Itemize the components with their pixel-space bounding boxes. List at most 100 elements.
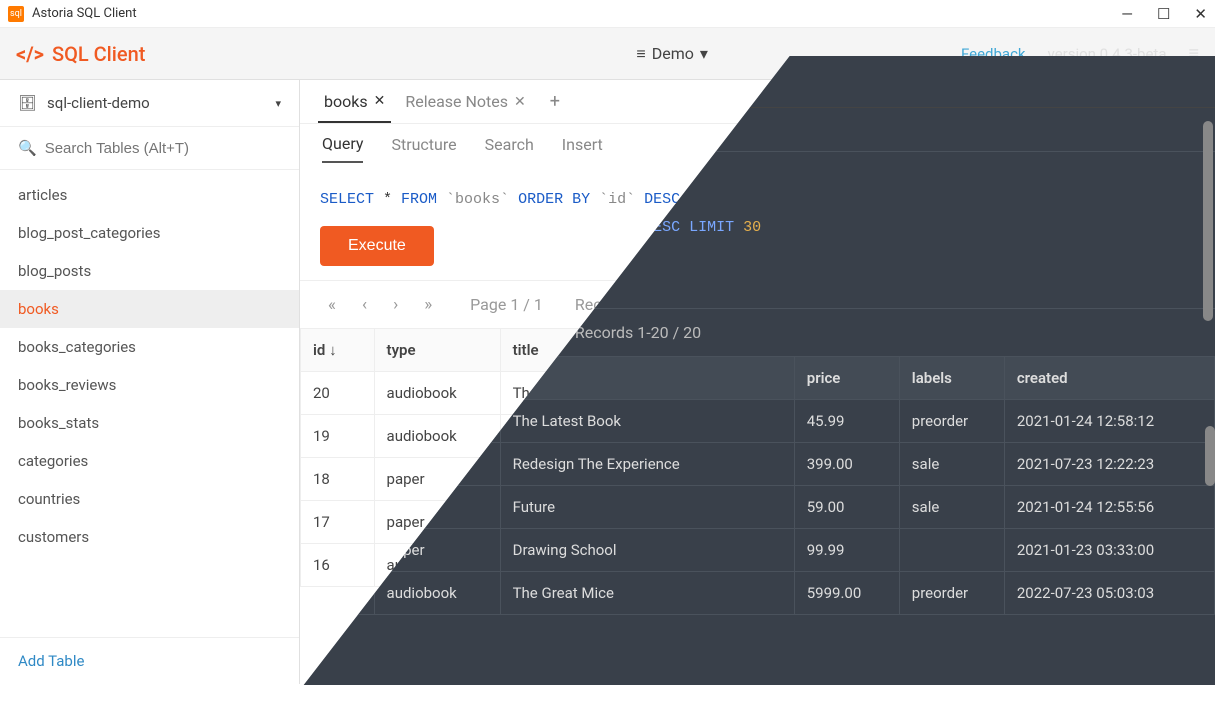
page-indicator: Page 1 / 1 <box>470 295 543 314</box>
col-header-type[interactable]: type <box>374 329 500 372</box>
minimize-button[interactable]: — <box>1121 5 1133 23</box>
sidebar-table-books[interactable]: books <box>0 290 299 328</box>
sidebar-table-categories[interactable]: categories <box>0 442 299 480</box>
cell-price: 99.99 <box>794 501 899 544</box>
pager: « ‹ › » Page 1 / 1 Records 1-20 / 20 <box>300 280 1215 328</box>
cell-title: The Great Mice <box>500 544 794 587</box>
sidebar-table-blog_post_categories[interactable]: blog_post_categories <box>0 214 299 252</box>
caret-down-icon: ▾ <box>275 97 281 110</box>
header-bar: </> SQL Client ≡ Demo ▾ Feedback version… <box>0 28 1215 80</box>
sidebar-table-books_stats[interactable]: books_stats <box>0 404 299 442</box>
results-table-wrap: id ↓typetitlepricelabelscreated20audiobo… <box>300 328 1215 684</box>
tab-books[interactable]: books ✕ <box>318 82 391 123</box>
tab-label: Release Notes <box>405 92 508 111</box>
main-panel: books ✕ Release Notes ✕ + Query Structure Sear… <box>300 80 1215 684</box>
sidebar-table-customers[interactable]: customers <box>0 518 299 556</box>
cell-title: Future <box>500 458 794 501</box>
sidebar-scrollbar[interactable] <box>1203 121 1213 321</box>
table-row[interactable]: 18paperFuture59.00sale2021-01-24 12:55:5… <box>301 458 1215 501</box>
cell-id: 20 <box>301 372 375 415</box>
cell-type: audiobook <box>374 415 500 458</box>
col-header-price[interactable]: price <box>794 329 899 372</box>
subtab-structure[interactable]: Structure <box>391 127 456 162</box>
col-header-labels[interactable]: labels <box>899 329 1004 372</box>
table-row[interactable]: 16audiobookThe Great Mice5999.00preorder… <box>301 544 1215 587</box>
cell-type: audiobook <box>374 372 500 415</box>
col-header-id[interactable]: id ↓ <box>301 329 375 372</box>
prev-page-button[interactable]: ‹ <box>356 295 373 315</box>
sidebar-table-blog_posts[interactable]: blog_posts <box>0 252 299 290</box>
close-tab-icon[interactable]: ✕ <box>374 93 386 109</box>
tab-label: books <box>324 92 368 111</box>
cell-type: paper <box>374 458 500 501</box>
next-page-button[interactable]: › <box>387 295 404 315</box>
database-selector-label: Demo <box>652 44 694 63</box>
cell-title: Drawing School <box>500 501 794 544</box>
logo-icon: </> <box>16 42 44 66</box>
cell-title: Redesign The Experience <box>500 415 794 458</box>
table-row[interactable]: 19audiobookRedesign The Experience399.00… <box>301 415 1215 458</box>
cell-id: 17 <box>301 501 375 544</box>
sidebar-database-selector[interactable]: 🗄 sql-client-demo ▾ <box>0 80 299 127</box>
sidebar: 🗄 sql-client-demo ▾ 🔍 articlesblog_post_… <box>0 80 300 684</box>
col-header-created[interactable]: created <box>1004 329 1214 372</box>
kw: SELECT <box>320 191 374 208</box>
table-row[interactable]: 17paperDrawing School99.99 2021-01-23 03:… <box>301 501 1215 544</box>
cell-labels: sale <box>899 458 1004 501</box>
window-title: Astoria SQL Client <box>32 6 137 21</box>
cell-price: 59.00 <box>794 458 899 501</box>
subtab-bar: Query Structure Search Insert <box>300 124 1215 164</box>
search-icon: 🔍 <box>18 139 37 157</box>
add-table-button[interactable]: Add Table <box>0 637 299 684</box>
close-tab-icon[interactable]: ✕ <box>514 94 526 110</box>
records-indicator: Records 1-20 / 20 <box>575 295 701 314</box>
cell-title: The Latest Book <box>500 372 794 415</box>
sidebar-table-books_categories[interactable]: books_categories <box>0 328 299 366</box>
subtab-search[interactable]: Search <box>485 127 534 162</box>
cell-created: 2021-01-24 12:58:12 <box>1004 372 1214 415</box>
cell-created: 2022-07-23 05:03:03 <box>1004 544 1214 587</box>
feedback-link[interactable]: Feedback <box>961 45 1026 63</box>
version-label: version 0.4.3-beta <box>1048 45 1167 63</box>
app-icon: sql <box>8 6 24 22</box>
cell-id: 18 <box>301 458 375 501</box>
tables-list: articlesblog_post_categoriesblog_postsbo… <box>0 170 299 637</box>
cell-labels: preorder <box>899 372 1004 415</box>
cell-created: 2021-07-23 12:22:23 <box>1004 415 1214 458</box>
sidebar-table-books_reviews[interactable]: books_reviews <box>0 366 299 404</box>
menu-icon[interactable]: ≡ <box>1188 43 1199 64</box>
cell-type: paper <box>374 501 500 544</box>
results-table: id ↓typetitlepricelabelscreated20audiobo… <box>300 328 1215 587</box>
cell-labels: preorder <box>899 544 1004 587</box>
cell-price: 399.00 <box>794 415 899 458</box>
cell-price: 45.99 <box>794 372 899 415</box>
subtab-query[interactable]: Query <box>322 126 363 163</box>
cell-id: 19 <box>301 415 375 458</box>
first-page-button[interactable]: « <box>322 295 342 315</box>
sidebar-database-name: sql-client-demo <box>47 94 150 112</box>
sql-editor[interactable]: SELECT * FROM `books` ORDER BY `id` DESC… <box>300 164 1215 218</box>
caret-down-icon: ▾ <box>700 44 708 63</box>
execute-button[interactable]: Execute <box>320 226 434 266</box>
results-scrollbar[interactable] <box>1205 426 1215 486</box>
table-row[interactable]: 20audiobookThe Latest Book45.99preorder2… <box>301 372 1215 415</box>
cell-created: 2021-01-24 12:55:56 <box>1004 458 1214 501</box>
hamburger-lines-icon: ≡ <box>636 44 645 64</box>
sidebar-table-countries[interactable]: countries <box>0 480 299 518</box>
add-tab-button[interactable]: + <box>540 91 570 112</box>
last-page-button[interactable]: » <box>418 295 438 315</box>
search-tables-input[interactable] <box>45 140 281 157</box>
database-selector[interactable]: ≡ Demo ▾ <box>636 44 708 64</box>
subtab-insert[interactable]: Insert <box>562 127 603 162</box>
tab-release-notes[interactable]: Release Notes ✕ <box>399 82 531 121</box>
cell-price: 5999.00 <box>794 544 899 587</box>
database-icon: 🗄 <box>18 94 37 112</box>
maximize-button[interactable]: ☐ <box>1157 5 1170 23</box>
cell-created: 2021-01-23 03:33:00 <box>1004 501 1214 544</box>
app-name: SQL Client <box>52 42 145 66</box>
close-window-button[interactable]: ✕ <box>1194 5 1207 23</box>
sidebar-table-articles[interactable]: articles <box>0 176 299 214</box>
cell-id: 16 <box>301 544 375 587</box>
cell-type: audiobook <box>374 544 500 587</box>
col-header-title[interactable]: title <box>500 329 794 372</box>
